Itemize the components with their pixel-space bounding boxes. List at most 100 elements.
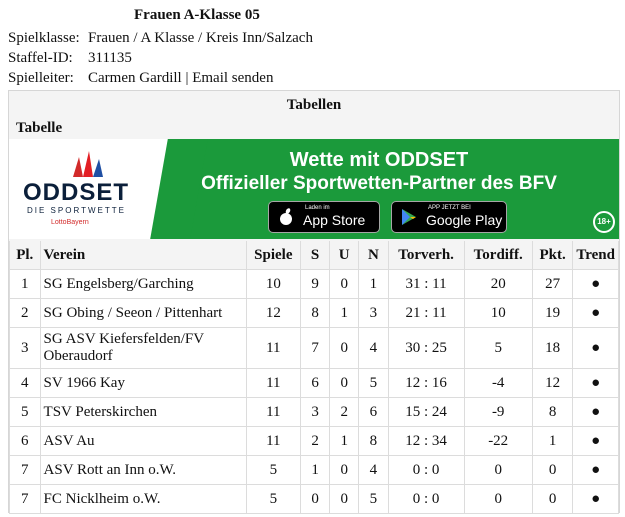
oddset-logo-subtitle: DIE SPORTWETTE [27,206,126,215]
col-header-team: Verein [39,241,247,270]
meta-value-link[interactable]: Carmen Gardill | Email senden [88,70,273,86]
cell-losses: 1 [358,269,389,299]
cell-wins: 8 [300,298,331,328]
trend-dot-icon: ● [572,455,619,485]
cell-place: 5 [9,397,41,427]
cell-place: 4 [9,368,41,398]
cell-diff: -9 [463,397,533,427]
league-header: Frauen A-Klasse 05 Spielklasse: Frauen / … [0,0,625,90]
cell-points: 27 [531,269,574,299]
cell-goals: 30 : 25 [387,327,465,369]
cell-goals: 0 : 0 [387,484,465,514]
col-header-points: Pkt. [531,241,574,270]
banner-headline: Wette mit ODDSET [289,149,469,171]
meta-label: Spielklasse: [8,30,80,46]
team-link[interactable]: SG Engelsberg/Garching [39,269,247,299]
cell-points: 19 [531,298,574,328]
cell-points: 0 [531,455,574,485]
col-header-games: Spiele [245,241,302,270]
cell-draws: 1 [329,426,360,456]
team-link[interactable]: SG Obing / Seeon / Pittenhart [39,298,247,328]
cell-diff: 0 [463,455,533,485]
cell-points: 0 [531,484,574,514]
cell-diff: 0 [463,484,533,514]
cell-goals: 12 : 34 [387,426,465,456]
cell-losses: 8 [358,426,389,456]
cell-games: 11 [245,426,302,456]
cell-goals: 12 : 16 [387,368,465,398]
oddset-logo-text: ODDSET [23,179,130,206]
cell-points: 18 [531,327,574,369]
meta-label: Spielleiter: [8,70,74,86]
age-restriction-badge: 18+ [593,211,615,233]
meta-row-class: Spielklasse: Frauen / A Klasse / Kreis In… [8,30,313,47]
cell-diff: -22 [463,426,533,456]
team-link[interactable]: SG ASV Kiefersfelden/FV Oberaudorf [39,327,247,369]
trend-dot-icon: ● [572,397,619,427]
trend-dot-icon: ● [572,484,619,514]
cell-goals: 0 : 0 [387,455,465,485]
section-title: Tabellen [286,97,342,113]
cell-games: 10 [245,269,302,299]
team-link[interactable]: FC Nicklheim o.W. [39,484,247,514]
table-row: 1 SG Engelsberg/Garching 10 9 0 1 31 : 1… [9,269,619,299]
col-header-draws: U [329,241,360,270]
trend-dot-icon: ● [572,368,619,398]
trend-dot-icon: ● [572,426,619,456]
cell-diff: 20 [463,269,533,299]
league-title: Frauen A-Klasse 05 [134,7,260,23]
cell-wins: 3 [300,397,331,427]
cell-losses: 3 [358,298,389,328]
google-play-icon [402,209,416,225]
cell-draws: 0 [329,484,360,514]
cell-games: 11 [245,397,302,427]
cell-points: 1 [531,426,574,456]
table-row: 7 ASV Rott an Inn o.W. 5 1 0 4 0 : 0 0 0… [9,455,619,485]
team-link[interactable]: ASV Rott an Inn o.W. [39,455,247,485]
cell-games: 5 [245,455,302,485]
standings-table: Pl. Verein Spiele S U N Torverh. Tordiff… [9,241,619,514]
meta-row-leader: Spielleiter: Carmen Gardill | Email sende… [8,70,273,87]
table-header-row: Pl. Verein Spiele S U N Torverh. Tordiff… [9,241,619,270]
standings-panel: Tabellen Tabelle ODDSET DIE SPORTWETTE L… [8,90,620,514]
cell-losses: 5 [358,484,389,514]
cell-diff: 10 [463,298,533,328]
cell-goals: 15 : 24 [387,397,465,427]
col-header-losses: N [358,241,389,270]
cell-draws: 0 [329,269,360,299]
cell-place: 2 [9,298,41,328]
cell-games: 11 [245,368,302,398]
cell-place: 1 [9,269,41,299]
lotto-bayern-logo: LottoBayern [51,219,89,226]
meta-label: Staffel-ID: [8,50,73,66]
team-link[interactable]: SV 1966 Kay [39,368,247,398]
cell-draws: 0 [329,327,360,369]
google-play-button[interactable]: APP JETZT BEI Google Play [391,201,507,233]
banner-subheadline: Offizieller Sportwetten-Partner des BFV [201,173,557,194]
meta-row-id: Staffel-ID: 311135 [8,50,132,67]
cell-wins: 7 [300,327,331,369]
cell-wins: 6 [300,368,331,398]
col-header-diff: Tordiff. [463,241,533,270]
app-store-label: App Store [303,212,366,228]
cell-games: 5 [245,484,302,514]
table-row: 5 TSV Peterskirchen 11 3 2 6 15 : 24 -9 … [9,397,619,427]
table-row: 2 SG Obing / Seeon / Pittenhart 12 8 1 3… [9,298,619,328]
cell-wins: 1 [300,455,331,485]
cell-place: 7 [9,455,41,485]
apple-icon [280,208,292,225]
app-store-button[interactable]: Laden im App Store [268,201,380,233]
team-link[interactable]: ASV Au [39,426,247,456]
cell-games: 11 [245,327,302,369]
cell-diff: 5 [463,327,533,369]
trend-dot-icon: ● [572,298,619,328]
oddset-banner[interactable]: ODDSET DIE SPORTWETTE LottoBayern Wette … [9,139,619,239]
team-link[interactable]: TSV Peterskirchen [39,397,247,427]
trend-dot-icon: ● [572,327,619,369]
cell-losses: 4 [358,327,389,369]
cell-draws: 0 [329,455,360,485]
cell-wins: 2 [300,426,331,456]
meta-value: Frauen / A Klasse / Kreis Inn/Salzach [88,30,313,46]
cell-games: 12 [245,298,302,328]
cell-draws: 2 [329,397,360,427]
